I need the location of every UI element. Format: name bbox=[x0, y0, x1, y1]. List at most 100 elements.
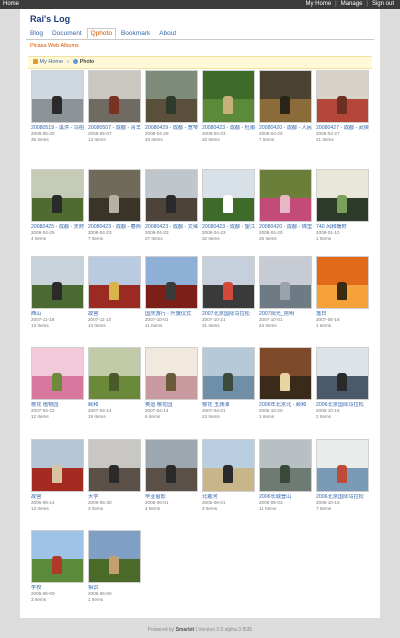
album-thumbnail[interactable] bbox=[145, 439, 198, 492]
album-thumbnail[interactable] bbox=[259, 256, 312, 309]
album-card[interactable]: 颐和 2007-04-14 19 Items bbox=[88, 347, 141, 419]
album-thumbnail[interactable] bbox=[88, 439, 141, 492]
tab-document[interactable]: Document bbox=[48, 28, 86, 39]
album-thumbnail[interactable] bbox=[31, 439, 84, 492]
album-thumbnail[interactable] bbox=[31, 169, 84, 222]
breadcrumb-my-home[interactable]: My Home bbox=[40, 59, 64, 65]
album-item-count: 13 Items bbox=[31, 505, 49, 511]
album-card[interactable]: 樱花 植物园 2007-04-22 12 Items bbox=[31, 347, 84, 419]
my-home-link[interactable]: My Home bbox=[303, 1, 333, 7]
site-title[interactable]: Rai's Log bbox=[30, 14, 70, 24]
nav-divider bbox=[26, 39, 374, 40]
album-thumbnail[interactable] bbox=[145, 70, 198, 123]
album-card[interactable]: 20080423 - 成都 - 春熙路 2008-04-23 7 Items bbox=[88, 169, 141, 241]
thumbnail-sky bbox=[89, 170, 140, 199]
album-card[interactable]: 国庆游行 - 升旗仪式 2007-10-01 11 Items bbox=[145, 256, 198, 328]
album-thumbnail[interactable] bbox=[88, 256, 141, 309]
album-item-count: 27 Items bbox=[145, 235, 163, 241]
album-card[interactable]: 2006北京国际马拉松 2006-10-15 2 Items bbox=[316, 347, 369, 419]
album-thumbnail[interactable] bbox=[88, 169, 141, 222]
album-card[interactable]: 北戴河 2006-06-01 3 Items bbox=[202, 439, 255, 511]
album-item-count: 33 Items bbox=[145, 136, 163, 142]
album-card[interactable]: 西山 2007-11-18 13 Items bbox=[31, 256, 84, 328]
album-card[interactable]: 20080420 - 成都 - 锦里 2008-04-20 26 Items bbox=[259, 169, 312, 241]
album-card[interactable]: 20080423 - 成都 - 望江楼 2008-04-23 32 Items bbox=[202, 169, 255, 241]
album-thumbnail[interactable] bbox=[316, 70, 369, 123]
album-card[interactable]: 20080420 - 成都 - 人民公园2008-04-207 Items bbox=[259, 70, 312, 142]
thumbnail-sky bbox=[146, 170, 197, 199]
thumbnail-sky bbox=[32, 71, 83, 100]
album-card[interactable]: 20080423 - 成都 - 文殊院 2008-04-23 27 Items bbox=[145, 169, 198, 241]
tab-bookmark[interactable]: Bookmark bbox=[117, 28, 154, 39]
album-thumbnail[interactable] bbox=[145, 347, 198, 400]
album-thumbnail[interactable] bbox=[202, 70, 255, 123]
album-card[interactable]: 奥运 樱花园 2007-04-14 6 Items bbox=[145, 347, 198, 419]
thumbnail-subject bbox=[337, 282, 347, 300]
album-card[interactable]: 2006北京国际马拉松 2006-10-15 7 Items bbox=[316, 439, 369, 511]
thumbnail-subject bbox=[52, 282, 62, 300]
album-item-count: 11 Items bbox=[259, 505, 277, 511]
album-card[interactable]: 20080427 - 成都 - 武侯祠 2008-04-27 21 Items bbox=[316, 70, 369, 142]
album-card[interactable]: 20080429 - 成都 - 宽窄巷 2008-04-29 33 Items bbox=[145, 70, 198, 142]
album-thumbnail[interactable] bbox=[202, 347, 255, 400]
sign-out-link[interactable]: Sign out bbox=[370, 1, 396, 7]
tab-blog[interactable]: Blog bbox=[26, 28, 47, 39]
thumbnail-subject bbox=[223, 96, 233, 114]
album-item-count: 32 Items bbox=[202, 136, 220, 142]
album-card[interactable]: 2006年北京北 - 颐和 2006-10-20 1 Items bbox=[259, 347, 312, 419]
thumbnail-subject bbox=[52, 96, 62, 114]
album-thumbnail[interactable] bbox=[31, 530, 84, 583]
album-card[interactable]: 2006长城登山 2006-05-03 11 Items bbox=[259, 439, 312, 511]
album-card[interactable]: 学校 2006-06-00 3 Items bbox=[31, 530, 84, 602]
thumbnail-subject bbox=[223, 373, 233, 391]
album-thumbnail[interactable] bbox=[316, 256, 369, 309]
album-thumbnail[interactable] bbox=[88, 70, 141, 123]
album-thumbnail[interactable] bbox=[316, 347, 369, 400]
home-link[interactable]: Home bbox=[3, 0, 19, 9]
album-thumbnail[interactable] bbox=[259, 347, 312, 400]
album-card[interactable]: 740 风和暖时 2008-01-10 1 Items bbox=[316, 169, 369, 241]
album-card[interactable]: 2007阳光_昆明 2007-10-01 44 Items bbox=[259, 256, 312, 328]
album-thumbnail[interactable] bbox=[31, 256, 84, 309]
thumbnail-subject bbox=[337, 195, 347, 213]
album-thumbnail[interactable] bbox=[316, 169, 369, 222]
album-card[interactable]: 故宫 2006-08-14 13 Items bbox=[31, 439, 84, 511]
album-item-count: 3 Items bbox=[88, 505, 104, 511]
album-card[interactable]: 落日 2007-05-18 1 Items bbox=[316, 256, 369, 328]
thumbnail-subject bbox=[166, 96, 176, 114]
album-thumbnail[interactable] bbox=[88, 347, 141, 400]
album-thumbnail[interactable] bbox=[202, 169, 255, 222]
album-item-count: 32 Items bbox=[202, 235, 220, 241]
separator: | bbox=[335, 1, 337, 7]
album-thumbnail[interactable] bbox=[259, 439, 312, 492]
tab-about[interactable]: About bbox=[155, 28, 180, 39]
tab-qphoto[interactable]: Qphoto bbox=[86, 28, 116, 39]
album-thumbnail[interactable] bbox=[202, 439, 255, 492]
footer-brand[interactable]: Smarbit bbox=[176, 627, 195, 633]
album-card[interactable]: 20080425 - 成都 - 天府广场2008-04-254 Items bbox=[31, 169, 84, 241]
thumbnail-sky bbox=[203, 170, 254, 199]
album-thumbnail[interactable] bbox=[202, 256, 255, 309]
album-thumbnail[interactable] bbox=[316, 439, 369, 492]
album-thumbnail[interactable] bbox=[31, 70, 84, 123]
thumbnail-sky bbox=[89, 348, 140, 377]
thumbnail-sky bbox=[32, 257, 83, 286]
album-card[interactable]: 樱花 玉渊潭 2007-04-01 22 Items bbox=[202, 347, 255, 419]
album-thumbnail[interactable] bbox=[145, 169, 198, 222]
album-card[interactable]: 毕业留影 2006-06-01 4 Items bbox=[145, 439, 198, 511]
album-card[interactable]: 大学 2006-06-30 3 Items bbox=[88, 439, 141, 511]
album-thumbnail[interactable] bbox=[31, 347, 84, 400]
album-card[interactable]: 相识 2006-06-00 1 Items bbox=[88, 530, 141, 602]
thumbnail-sky bbox=[317, 71, 368, 100]
album-thumbnail[interactable] bbox=[259, 169, 312, 222]
album-thumbnail[interactable] bbox=[88, 530, 141, 583]
album-thumbnail[interactable] bbox=[259, 70, 312, 123]
footer: Powered by Smarbit | Version 2.0 alpha 3… bbox=[0, 627, 400, 633]
album-card[interactable]: 2007北京国际马拉松 2007-10-21 31 Items bbox=[202, 256, 255, 328]
album-card[interactable]: 故宫 2007-11-10 13 Items bbox=[88, 256, 141, 328]
album-card[interactable]: 20080519 - 溪洪 - 马柏镇 2008-05-20 35 Items bbox=[31, 70, 84, 142]
album-card[interactable]: 20080423 - 成都 - 杜甫草堂2008-04-2332 Items bbox=[202, 70, 255, 142]
album-card[interactable]: 20080507 - 成都 - 青羊宫殿2008-05-0713 Items bbox=[88, 70, 141, 142]
manage-link[interactable]: Manage bbox=[339, 1, 365, 7]
album-thumbnail[interactable] bbox=[145, 256, 198, 309]
